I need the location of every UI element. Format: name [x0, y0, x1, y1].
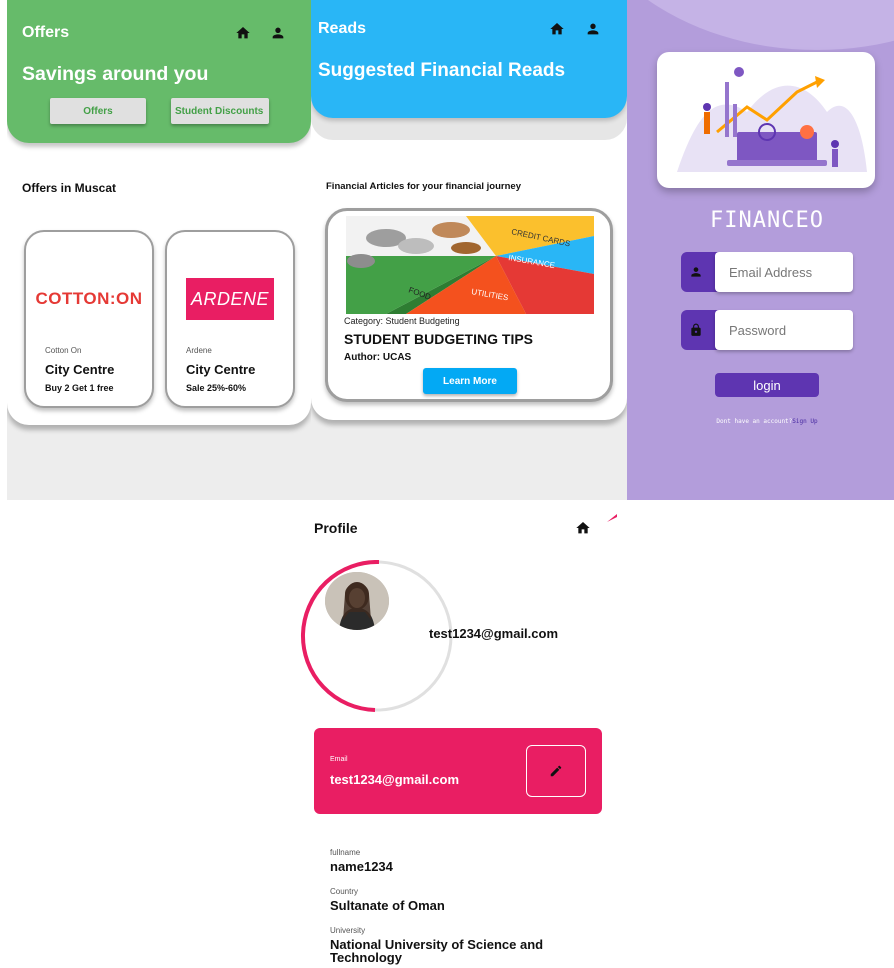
person-icon[interactable]	[585, 21, 601, 37]
offer-deal: Sale 25%-60%	[186, 383, 247, 393]
password-field[interactable]: Password	[681, 310, 853, 350]
fullname-label: fullname	[330, 848, 361, 857]
signup-text: Dont have an account?	[716, 418, 793, 425]
email-input[interactable]: Email Address	[715, 252, 853, 292]
article-card[interactable]: CREDIT CARDS INSURANCE UTILITIES FOOD Ca…	[325, 208, 613, 402]
home-icon[interactable]	[235, 25, 251, 41]
offers-screen: Offers Savings around you Offers Student…	[7, 0, 311, 500]
offer-card-ardene[interactable]: ARDENE Ardene City Centre Sale 25%-60%	[165, 230, 295, 408]
offers-header: Offers Savings around you Offers Student…	[7, 0, 311, 143]
signup-link[interactable]: Sign Up	[792, 418, 817, 425]
appbar-title: Offers	[22, 24, 70, 41]
email-card: Email test1234@gmail.com	[314, 728, 602, 814]
learn-more-button[interactable]: Learn More	[423, 368, 517, 394]
university-value: National University of Science and Techn…	[330, 937, 544, 965]
background-circle	[627, 0, 894, 50]
password-input[interactable]: Password	[715, 310, 853, 350]
savings-headline: Savings around you	[22, 63, 209, 85]
student-discounts-button[interactable]: Student Discounts	[171, 98, 269, 124]
reads-section-title: Financial Articles for your financial jo…	[326, 181, 521, 192]
article-category: Category: Student Budgeting	[344, 316, 460, 326]
hero-illustration	[657, 52, 875, 188]
page-title: Profile	[314, 520, 358, 536]
person-icon[interactable]	[270, 25, 286, 41]
email-field[interactable]: Email Address	[681, 252, 853, 292]
offer-place: City Centre	[45, 362, 115, 377]
offers-button[interactable]: Offers	[50, 98, 146, 124]
offer-place: City Centre	[186, 362, 256, 377]
country-label: Country	[330, 887, 359, 896]
offer-card-cotton-on[interactable]: COTTON:ON Cotton On City Centre Buy 2 Ge…	[24, 230, 154, 408]
article-author: Author: UCAS	[344, 352, 412, 363]
pencil-icon	[550, 765, 562, 777]
login-screen: FINANCEO Email Address Password login Do…	[627, 0, 894, 500]
ardene-logo: ARDENE	[167, 278, 293, 320]
email-value: test1234@gmail.com	[330, 772, 460, 787]
reads-headline: Suggested Financial Reads	[318, 60, 566, 81]
login-button[interactable]: login	[715, 373, 819, 397]
profile-email: test1234@gmail.com	[429, 626, 559, 641]
article-title: STUDENT BUDGETING TIPS	[344, 331, 534, 347]
app-name: FINANCEO	[710, 208, 824, 233]
offers-section-title: Offers in Muscat	[22, 181, 117, 195]
country-value: Sultanate of Oman	[330, 898, 445, 913]
cotton-on-logo: COTTON:ON	[35, 289, 143, 308]
offer-deal: Buy 2 Get 1 free	[45, 383, 114, 393]
article-image: CREDIT CARDS INSURANCE UTILITIES FOOD	[346, 216, 594, 314]
home-icon[interactable]	[549, 21, 565, 37]
email-label: Email	[330, 756, 348, 763]
fullname-value: name1234	[330, 859, 393, 874]
offer-brand: Ardene	[186, 346, 212, 355]
signup-prompt: Dont have an account?Sign Up	[627, 418, 894, 425]
appbar-title: Reads	[318, 20, 367, 37]
corner-mark-icon	[607, 514, 617, 522]
reads-screen: Reads Suggested Financial Reads Financia…	[311, 0, 627, 500]
offer-brand: Cotton On	[45, 346, 82, 355]
profile-screen: Profile test1234@gmail.com Email test123…	[299, 500, 617, 968]
reads-header: Reads Suggested Financial Reads	[311, 0, 627, 118]
home-icon[interactable]	[575, 520, 591, 536]
edit-button[interactable]	[526, 745, 586, 797]
university-label: University	[330, 926, 366, 935]
avatar	[325, 572, 389, 630]
